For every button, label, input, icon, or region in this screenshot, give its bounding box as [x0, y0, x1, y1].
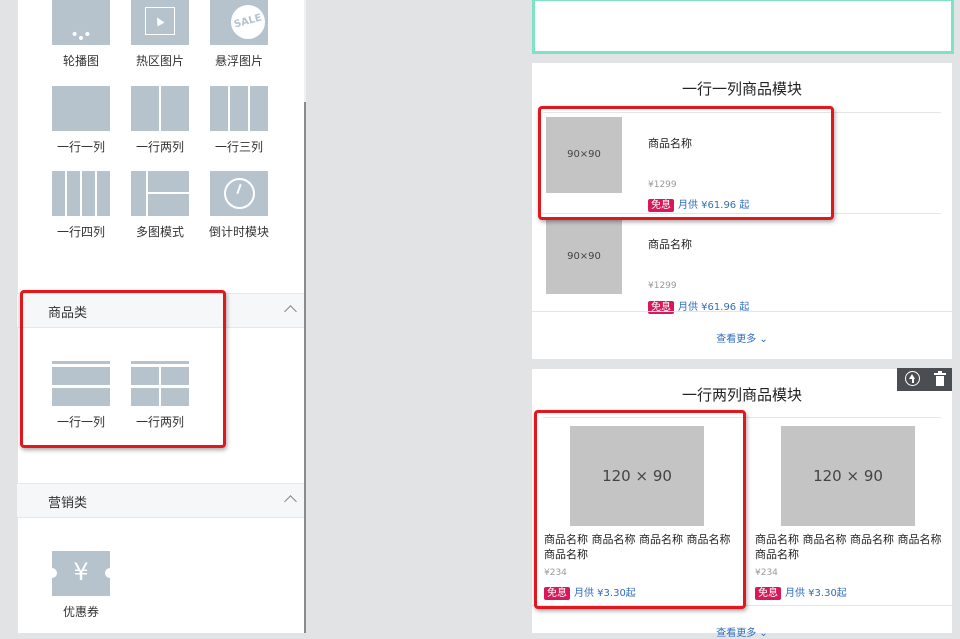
tile-one-column[interactable]: 一行一列 — [51, 86, 111, 155]
tile-label: 一行一列 — [56, 140, 105, 154]
module-title: 一行一列商品模块 — [681, 80, 802, 98]
selected-module-border[interactable] — [532, 0, 954, 54]
product-image-placeholder: 120 × 90 — [781, 426, 915, 526]
tile-three-column[interactable]: 一行三列 — [209, 86, 269, 155]
product-price: ¥234 — [755, 568, 778, 578]
tile-four-column[interactable]: 一行四列 — [51, 171, 111, 240]
chevron-up-icon[interactable] — [284, 495, 297, 508]
view-more-link[interactable]: 查看更多 ⌄ — [532, 330, 952, 345]
highlight-product-two-column — [534, 410, 746, 609]
product-price: ¥1299 — [648, 281, 677, 291]
chevron-up-icon[interactable] — [284, 305, 297, 318]
module-title: 一行两列商品模块 — [681, 386, 802, 404]
section-header-marketing[interactable]: 营销类 — [17, 483, 304, 518]
product-name: 商品名称 — [648, 238, 692, 251]
chevron-down-icon: ⌄ — [759, 628, 768, 639]
tile-multi-image[interactable]: 多图模式 — [130, 171, 190, 240]
tile-label: 优惠券 — [62, 605, 99, 619]
scrollbar-thumb[interactable] — [304, 102, 306, 633]
coupon-icon: ¥ — [47, 551, 115, 596]
installment-line: 免息 月供 ¥3.30起 — [755, 584, 847, 600]
four-column-icon — [52, 171, 110, 216]
highlight-goods-section — [20, 290, 226, 448]
tile-label: 倒计时模块 — [209, 225, 270, 239]
tile-label: 一行四列 — [56, 225, 105, 239]
trash-icon[interactable] — [934, 371, 946, 386]
one-column-icon — [52, 86, 110, 131]
two-column-icon — [131, 86, 189, 131]
tile-label: 一行两列 — [135, 140, 184, 154]
tile-label: 多图模式 — [135, 225, 184, 239]
tile-label: 热区图片 — [135, 54, 184, 68]
chevron-down-icon: ⌄ — [759, 334, 768, 345]
module-toolbar — [897, 368, 952, 391]
tile-carousel[interactable]: • • • 轮播图 — [51, 0, 111, 69]
interest-free-badge: 免息 — [755, 587, 781, 600]
panel-scrollbar[interactable] — [304, 0, 306, 633]
clock-icon — [210, 171, 268, 216]
tile-label: 轮播图 — [62, 54, 99, 68]
tile-sale-float[interactable]: SALE 悬浮图片 — [209, 0, 269, 69]
installment-text: 月供 ¥3.30起 — [785, 588, 847, 599]
product-name: 商品名称 商品名称 商品名称 商品名称 商品名称 — [755, 533, 942, 561]
product-image-placeholder: 90×90 — [546, 220, 622, 294]
interest-free-badge: 免息 — [648, 301, 674, 314]
tile-hotspot[interactable]: 热区图片 — [130, 0, 190, 69]
sale-float-icon: SALE — [210, 0, 268, 45]
tile-countdown[interactable]: 倒计时模块 — [209, 171, 269, 240]
tile-two-column[interactable]: 一行两列 — [130, 86, 190, 155]
three-column-icon — [210, 86, 268, 131]
tile-label: 悬浮图片 — [214, 54, 263, 68]
move-up-icon[interactable] — [905, 371, 920, 386]
view-more-link[interactable]: 查看更多 ⌄ — [532, 624, 952, 639]
carousel-icon: • • • — [52, 0, 110, 46]
tile-coupon[interactable]: ¥ 优惠券 — [47, 551, 115, 620]
multi-image-icon — [131, 171, 189, 216]
highlight-product-one — [538, 106, 834, 220]
section-title: 营销类 — [48, 496, 88, 511]
tile-label: 一行三列 — [214, 140, 263, 154]
hotspot-icon — [131, 0, 189, 45]
